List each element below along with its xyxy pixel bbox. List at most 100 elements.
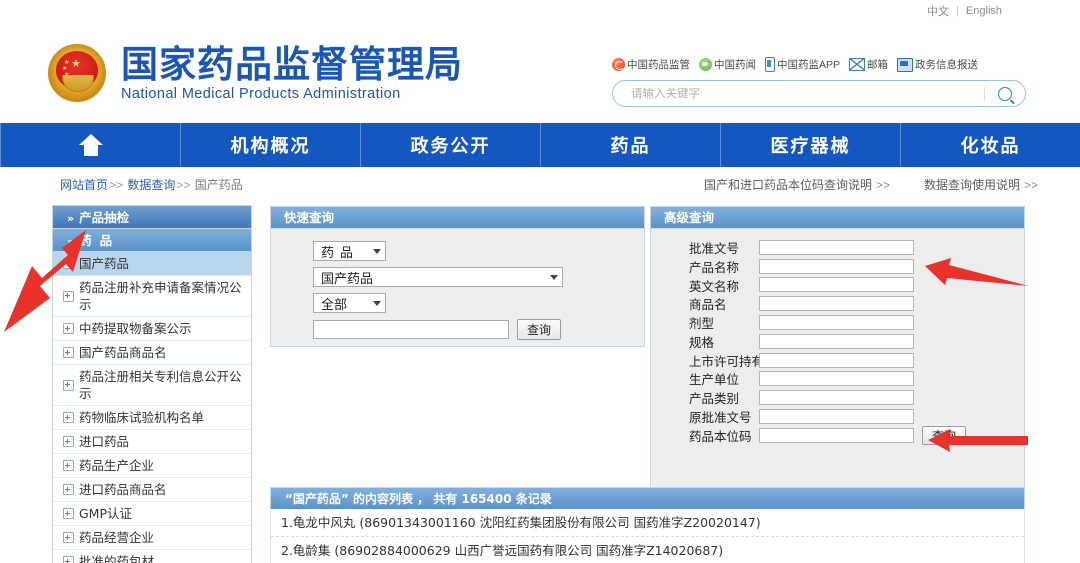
expand-icon bbox=[63, 460, 74, 471]
site-title-chinese: 国家药品监督管理局 bbox=[121, 42, 463, 86]
field-label: 生产单位 bbox=[689, 372, 740, 388]
approval-number-input[interactable] bbox=[759, 239, 914, 255]
sidebar-item-tcm-extract-filing[interactable]: 中药提取物备案公示 bbox=[53, 317, 251, 341]
quicklink-wechat[interactable]: 中国药闻 bbox=[699, 57, 756, 72]
search-input[interactable] bbox=[613, 87, 984, 100]
select-value: 全部 bbox=[321, 297, 348, 313]
field-row-product-category: 产品类别 bbox=[651, 388, 1024, 407]
header-right-area: 中国药品监管 中国药闻 中国药监APP 邮箱 政务信息报送 bbox=[612, 57, 1042, 107]
dosage-form-input[interactable] bbox=[759, 315, 914, 331]
nav-item-home[interactable] bbox=[0, 123, 181, 167]
breadcrumb-item-data-query[interactable]: 数据查询 bbox=[127, 178, 175, 192]
language-link-english[interactable]: English bbox=[966, 5, 1002, 17]
quick-query-scope-select[interactable]: 全部 bbox=[313, 293, 386, 313]
field-label: 产品类别 bbox=[689, 391, 740, 407]
sidebar-item-label: 药品注册补充申请备案情况公示 bbox=[79, 280, 242, 312]
home-icon bbox=[78, 134, 103, 156]
sidebar-group-product-sampling[interactable]: » 产品抽检 bbox=[53, 206, 251, 229]
field-row-marketing-authorization-holder: 上市许可持有人 bbox=[651, 351, 1024, 370]
breadcrumb-strip: 网站首页>> 数据查询>> 国产药品 国产和进口药品本位码查询说明 >> 数据查询… bbox=[0, 167, 1080, 201]
sidebar-item-label: 药品经营企业 bbox=[79, 530, 155, 545]
sidebar-item-drug-manufacturers[interactable]: 药品生产企业 bbox=[53, 454, 251, 478]
sidebar-item-clinical-trial-institutions[interactable]: 药物临床试验机构名单 bbox=[53, 406, 251, 430]
english-name-input[interactable] bbox=[759, 277, 914, 293]
field-row-specification: 规格 bbox=[651, 332, 1024, 351]
list-item[interactable]: 2.龟龄集 (86902884000629 山西广誉远国药有限公司 国药准字Z1… bbox=[271, 537, 1024, 563]
sidebar-item-patent-information-disclosure[interactable]: 药品注册相关专利信息公开公示 bbox=[53, 365, 251, 406]
mobile-phone-icon bbox=[765, 57, 775, 72]
sidebar-item-imported-drugs[interactable]: 进口药品 bbox=[53, 430, 251, 454]
sidebar-item-drug-distributors[interactable]: 药品经营企业 bbox=[53, 526, 251, 550]
field-label: 剂型 bbox=[689, 316, 715, 332]
quick-query-submit-button[interactable]: 查询 bbox=[517, 319, 561, 340]
field-label: 原批准文号 bbox=[689, 410, 752, 426]
site-search-box bbox=[612, 80, 1026, 107]
sidebar-item-gmp-certification[interactable]: GMP认证 bbox=[53, 502, 251, 526]
sidebar-item-label: 药品注册相关专利信息公开公示 bbox=[79, 369, 242, 401]
field-label: 商品名 bbox=[689, 297, 727, 313]
site-logo[interactable]: ★★★ ★★ 国家药品监督管理局 National Medical Produc… bbox=[48, 44, 463, 102]
select-value: 国产药品 bbox=[321, 271, 374, 287]
product-category-input[interactable] bbox=[759, 390, 914, 406]
sidebar-item-domestic-drug-trade-names[interactable]: 国产药品商品名 bbox=[53, 341, 251, 365]
chevron-down-icon bbox=[373, 300, 381, 306]
quicklink-label: 中国药闻 bbox=[714, 59, 756, 71]
language-link-chinese[interactable]: 中文 bbox=[927, 3, 949, 19]
nav-item-drugs[interactable]: 药品 bbox=[541, 123, 721, 167]
quick-query-keyword-input[interactable] bbox=[313, 320, 509, 339]
specification-input[interactable] bbox=[759, 333, 914, 349]
quicklink-app[interactable]: 中国药监APP bbox=[765, 57, 840, 72]
field-label: 药品本位码 bbox=[689, 428, 752, 444]
breadcrumb-item-current: 国产药品 bbox=[194, 178, 243, 192]
advanced-query-submit-button[interactable]: 查询 bbox=[922, 425, 966, 445]
field-row-manufacturer: 生产单位 bbox=[651, 370, 1024, 389]
breadcrumb: 网站首页>> 数据查询>> 国产药品 bbox=[60, 176, 243, 193]
weibo-icon bbox=[612, 58, 625, 71]
quicklink-report[interactable]: 政务信息报送 bbox=[897, 57, 978, 72]
sidebar-group-drugs[interactable]: » 药品 bbox=[53, 229, 251, 252]
report-monitor-icon bbox=[897, 57, 914, 72]
field-label: 产品名称 bbox=[689, 259, 740, 275]
nav-item-organization[interactable]: 机构概况 bbox=[181, 123, 361, 167]
original-approval-number-input[interactable] bbox=[759, 409, 914, 425]
breadcrumb-separator: >> bbox=[176, 178, 191, 192]
advanced-query-panel: 高级查询 批准文号 产品名称 英文名称 商品名 剂型 规格 上市许可持有人 生产… bbox=[650, 206, 1025, 488]
link-label: 国产和进口药品本位码查询说明 bbox=[703, 178, 872, 192]
field-row-dosage-form: 剂型 bbox=[651, 313, 1024, 332]
quick-query-type-select[interactable]: 国产药品 bbox=[313, 267, 563, 287]
quicklink-weibo[interactable]: 中国药品监管 bbox=[612, 57, 690, 72]
sidebar-item-imported-drug-trade-names[interactable]: 进口药品商品名 bbox=[53, 478, 251, 502]
main-navigation: 机构概况 政务公开 药品 医疗器械 化妆品 bbox=[0, 123, 1080, 167]
expand-icon bbox=[63, 412, 74, 423]
sidebar-item-domestic-drugs[interactable]: 国产药品 bbox=[53, 252, 251, 276]
sidebar-group-label: 药品 bbox=[79, 233, 121, 248]
quicklink-label: 中国药监APP bbox=[777, 59, 841, 71]
advanced-query-body: 批准文号 产品名称 英文名称 商品名 剂型 规格 上市许可持有人 生产单位 产品… bbox=[651, 229, 1024, 445]
quicklink-label: 中国药品监管 bbox=[627, 59, 690, 71]
sidebar-item-label: 批准的药包材 bbox=[79, 554, 155, 563]
expand-icon bbox=[63, 347, 74, 358]
breadcrumb-item-home[interactable]: 网站首页 bbox=[60, 178, 108, 192]
search-button[interactable] bbox=[985, 81, 1025, 106]
nav-item-medical-devices[interactable]: 医疗器械 bbox=[721, 123, 901, 167]
drug-barcode-input[interactable] bbox=[759, 427, 914, 443]
marketing-authorization-holder-input[interactable] bbox=[759, 352, 914, 368]
list-item[interactable]: 1.龟龙中风丸 (86901343001160 沈阳红药集团股份有限公司 国药准… bbox=[271, 509, 1024, 537]
link-data-query-instructions[interactable]: 数据查询使用说明 >> bbox=[924, 176, 1038, 193]
expand-icon bbox=[63, 323, 74, 334]
manufacturer-input[interactable] bbox=[759, 371, 914, 387]
quick-query-category-select[interactable]: 药品 bbox=[313, 241, 386, 261]
sidebar-item-approved-packaging-materials[interactable]: 批准的药包材 bbox=[53, 550, 251, 563]
trade-name-input[interactable] bbox=[759, 296, 914, 312]
product-name-input[interactable] bbox=[759, 258, 914, 274]
select-value: 药品 bbox=[321, 245, 360, 261]
link-barcode-query-instructions[interactable]: 国产和进口药品本位码查询说明 >> bbox=[704, 176, 890, 193]
field-row-approval-number: 批准文号 bbox=[651, 238, 1024, 257]
nav-item-government-affairs[interactable]: 政务公开 bbox=[361, 123, 541, 167]
field-row-product-name: 产品名称 bbox=[651, 257, 1024, 276]
nav-item-cosmetics[interactable]: 化妆品 bbox=[901, 123, 1080, 167]
expand-icon bbox=[63, 258, 74, 269]
chevron-down-icon bbox=[550, 274, 558, 280]
quicklink-mail[interactable]: 邮箱 bbox=[849, 57, 888, 72]
sidebar-item-registration-supplement-filing[interactable]: 药品注册补充申请备案情况公示 bbox=[53, 276, 251, 317]
